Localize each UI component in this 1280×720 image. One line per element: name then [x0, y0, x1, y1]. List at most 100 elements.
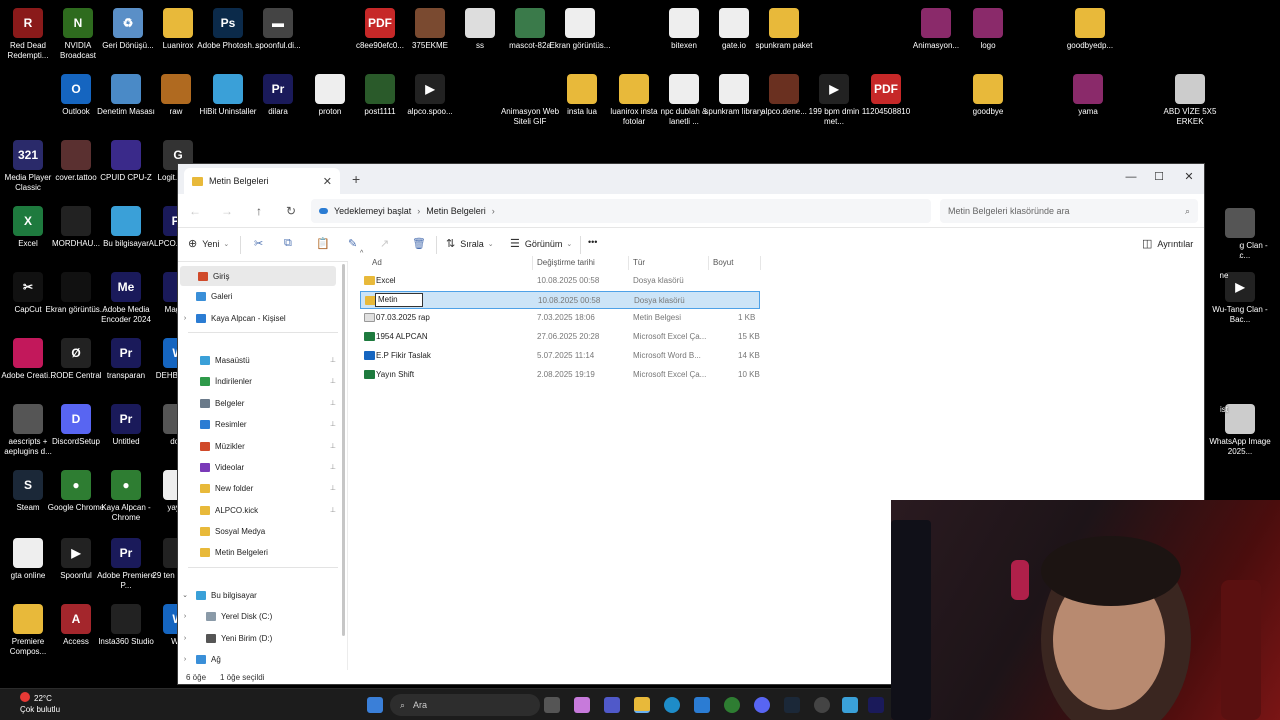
- desktop-icon[interactable]: goodbyedp...: [1062, 8, 1118, 51]
- pin-icon[interactable]: ⊥: [330, 377, 336, 385]
- expand-chevron-icon[interactable]: ›: [178, 635, 192, 642]
- refresh-icon[interactable]: ↻: [282, 202, 300, 220]
- sidebar-item[interactable]: › Yeni Birim (D:): [178, 628, 338, 648]
- breadcrumb-metin-belgeleri[interactable]: Metin Belgeleri: [426, 206, 486, 216]
- close-button[interactable]: ✕: [1178, 168, 1200, 186]
- search-input[interactable]: Metin Belgeleri klasöründe ara ⌕: [940, 199, 1198, 223]
- taskbar-search[interactable]: ⌕ Ara: [390, 694, 540, 716]
- app-icon[interactable]: [814, 697, 830, 713]
- desktop-icon[interactable]: Ekran görüntüs...: [550, 8, 610, 51]
- forward-arrow-icon[interactable]: →: [218, 202, 236, 220]
- sidebar-item[interactable]: › Ağ: [178, 649, 338, 669]
- file-explorer-icon[interactable]: [634, 697, 650, 713]
- column-divider[interactable]: [628, 256, 629, 270]
- desktop-icon[interactable]: logo: [960, 8, 1016, 51]
- column-header-name[interactable]: Ad: [372, 258, 382, 267]
- chevron-right-icon[interactable]: ›: [492, 206, 495, 216]
- desktop-icon[interactable]: goodbye: [960, 74, 1016, 117]
- desktop-icon[interactable]: npc dublah & lanetli ...: [656, 74, 712, 127]
- sidebar-item[interactable]: › Kaya Alpcan - Kişisel: [178, 308, 338, 328]
- rename-icon[interactable]: ✎: [348, 237, 357, 250]
- pin-icon[interactable]: ⊥: [330, 484, 336, 492]
- column-divider[interactable]: [532, 256, 533, 270]
- expand-chevron-icon[interactable]: ›: [178, 613, 192, 620]
- pin-icon[interactable]: ⊥: [330, 399, 336, 407]
- expand-chevron-icon[interactable]: ⌄: [178, 591, 192, 599]
- network-app-icon[interactable]: [842, 697, 858, 713]
- column-divider[interactable]: [708, 256, 709, 270]
- share-icon[interactable]: ↗: [380, 237, 389, 250]
- desktop-icon[interactable]: Pr dilara: [250, 74, 306, 117]
- column-header-date[interactable]: Değiştirme tarihi: [537, 258, 595, 267]
- copy-icon[interactable]: ⧉: [284, 237, 292, 250]
- breadcrumb-yedekleme[interactable]: Yedeklemeyi başlat: [334, 206, 411, 216]
- sidebar-item[interactable]: Müzikler ⊥: [178, 436, 338, 456]
- sidebar-item[interactable]: Videolar ⊥: [178, 457, 338, 477]
- desktop-icon[interactable]: Pr Untitled: [98, 404, 154, 447]
- column-divider[interactable]: [760, 256, 761, 270]
- premiere-icon[interactable]: [868, 697, 884, 713]
- desktop-icon[interactable]: insta lua: [554, 74, 610, 117]
- back-arrow-icon[interactable]: ←: [186, 202, 204, 220]
- desktop-icon[interactable]: ▬ spoonful.di...: [250, 8, 306, 51]
- delete-icon[interactable]: 🗑: [412, 237, 426, 250]
- sidebar-item[interactable]: ⌄ Bu bilgisayar: [178, 585, 338, 605]
- pin-icon[interactable]: ⊥: [330, 420, 336, 428]
- teams-icon[interactable]: [604, 697, 620, 713]
- edge-icon[interactable]: [664, 697, 680, 713]
- desktop-icon[interactable]: Me Adobe Media Encoder 2024: [98, 272, 154, 325]
- sidebar-item[interactable]: Resimler ⊥: [178, 414, 338, 434]
- file-row[interactable]: 07.03.2025 rap 7.03.2025 18:06 Metin Belge…: [360, 309, 760, 327]
- copilot-icon[interactable]: [574, 697, 590, 713]
- desktop-icon[interactable]: spunkram paket: [756, 8, 812, 51]
- maximize-button[interactable]: ☐: [1148, 168, 1170, 186]
- tab-metin-belgeleri[interactable]: Metin Belgeleri ✕: [184, 168, 340, 194]
- scrollbar[interactable]: [342, 264, 345, 636]
- paste-icon[interactable]: 📋: [316, 237, 330, 250]
- pin-icon[interactable]: ⊥: [330, 463, 336, 471]
- file-row[interactable]: Yayın Shift 2.08.2025 19:19 Microsoft Exce…: [360, 366, 760, 384]
- desktop-icon[interactable]: Pr transparan: [98, 338, 154, 381]
- expand-chevron-icon[interactable]: ›: [178, 656, 192, 663]
- new-tab-icon[interactable]: +: [352, 171, 360, 187]
- desktop-icon[interactable]: Pr Adobe Premiere P...: [97, 538, 155, 591]
- sidebar-item[interactable]: Metin Belgeleri: [178, 542, 338, 562]
- desktop-icon[interactable]: N NVIDIA Broadcast: [50, 8, 106, 61]
- desktop-icon[interactable]: CPUID CPU-Z: [98, 140, 154, 183]
- sidebar-item[interactable]: Sosyal Medya: [178, 521, 338, 541]
- pin-icon[interactable]: ⊥: [330, 356, 336, 364]
- more-options-button[interactable]: •••: [588, 237, 597, 247]
- minimize-button[interactable]: —: [1120, 168, 1142, 186]
- pin-icon[interactable]: ⊥: [330, 506, 336, 514]
- desktop-icon[interactable]: PDF 11204508810: [858, 74, 914, 117]
- desktop-icon[interactable]: ● Kaya Alpcan - Chrome: [98, 470, 154, 523]
- sidebar-item[interactable]: Giriş: [180, 266, 336, 286]
- desktop-icon[interactable]: Bu bilgisayar: [98, 206, 154, 249]
- column-header-type[interactable]: Tür: [633, 258, 645, 267]
- sidebar-item[interactable]: Galeri: [178, 286, 338, 306]
- expand-chevron-icon[interactable]: ›: [178, 315, 192, 322]
- file-row[interactable]: Excel 10.08.2025 00:58 Dosya klasörü: [360, 272, 760, 290]
- sidebar-item[interactable]: New folder ⊥: [178, 478, 338, 498]
- desktop-icon[interactable]: ▶ 199 bpm dmin met...: [806, 74, 862, 127]
- sidebar-item[interactable]: ALPCO.kick ⊥: [178, 500, 338, 520]
- up-arrow-icon[interactable]: ↑: [250, 202, 268, 220]
- sort-button[interactable]: ⇅ Sırala ⌄: [446, 237, 494, 250]
- steam-icon[interactable]: [784, 697, 800, 713]
- start-icon[interactable]: [367, 697, 383, 713]
- details-pane-button[interactable]: ◫ Ayrıntılar: [1142, 237, 1193, 250]
- desktop-icon[interactable]: Animasyon Web Siteli GIF: [501, 74, 559, 127]
- sidebar-item[interactable]: İndirilenler ⊥: [178, 371, 338, 391]
- file-row[interactable]: E.P Fikir Taslak 5.07.2025 11:14 Microsoft…: [360, 347, 760, 365]
- desktop-icon[interactable]: Animasyon...: [908, 8, 964, 51]
- pin-icon[interactable]: ⊥: [330, 442, 336, 450]
- discord-icon[interactable]: [754, 697, 770, 713]
- address-bar[interactable]: Yedeklemeyi başlat › Metin Belgeleri ›: [311, 199, 931, 223]
- rename-input[interactable]: Metin: [375, 292, 423, 307]
- sidebar-item[interactable]: Masaüstü ⊥: [178, 350, 338, 370]
- tab-close-icon[interactable]: ✕: [323, 175, 332, 188]
- sidebar-item[interactable]: Belgeler ⊥: [178, 393, 338, 413]
- desktop-icon[interactable]: Insta360 Studio: [98, 604, 154, 647]
- file-row[interactable]: 1954 ALPCAN 27.06.2025 20:28 Microsoft Exc…: [360, 328, 760, 346]
- cut-icon[interactable]: ✂: [254, 237, 263, 250]
